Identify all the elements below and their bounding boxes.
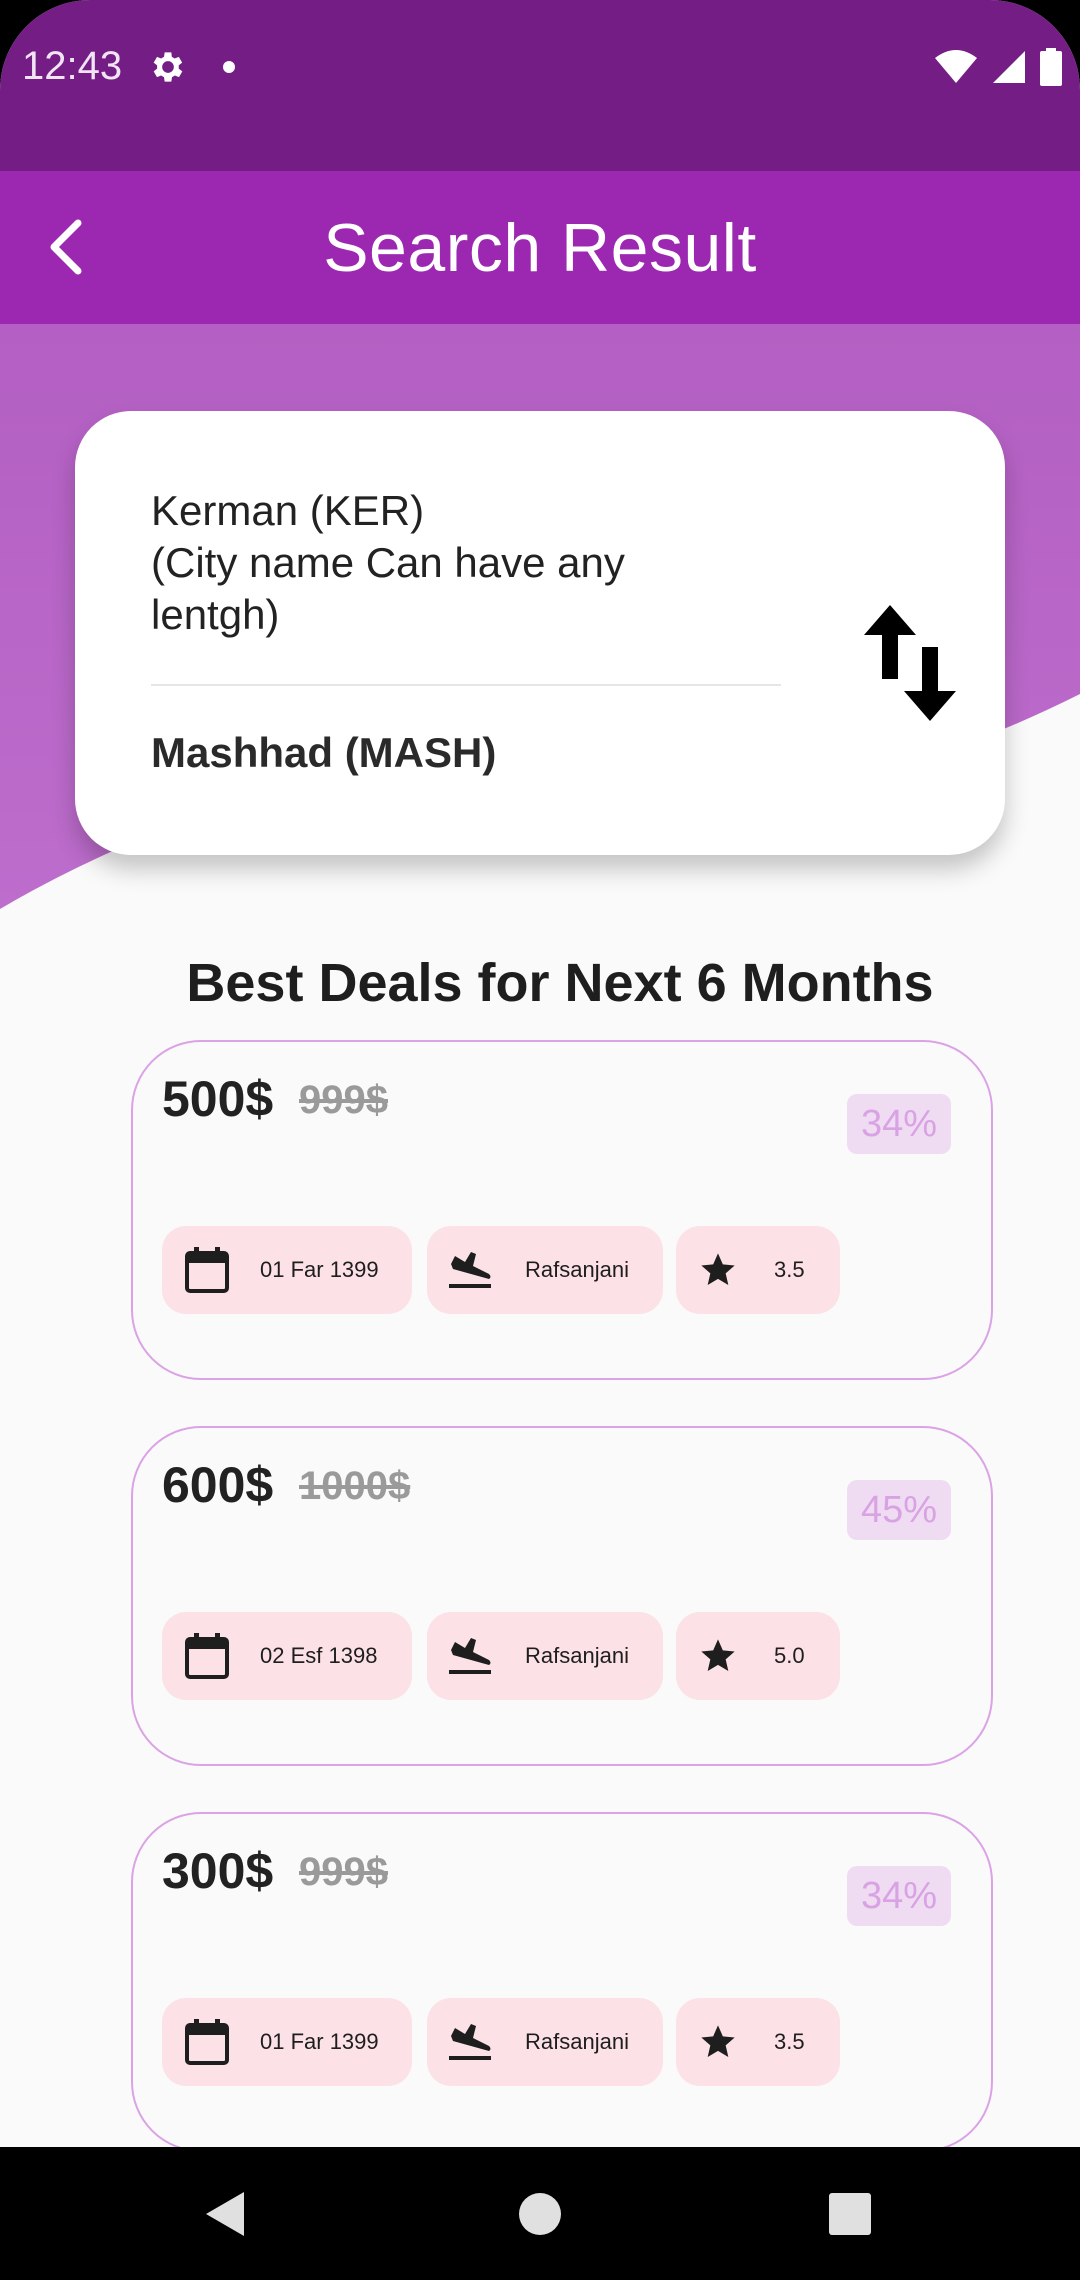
deal-date: 02 Esf 1398 (260, 1643, 378, 1668)
notification-dot-icon (223, 61, 235, 73)
rating-chip: 5.0 (676, 1612, 840, 1700)
destination-city[interactable]: Mashhad (MASH) (151, 729, 496, 777)
deal-airport: Rafsanjani (525, 2029, 629, 2054)
chevron-left-icon (50, 219, 82, 275)
battery-icon (1040, 48, 1062, 86)
discount-badge: 45% (846, 1480, 951, 1540)
deal-rating: 3.5 (774, 2029, 805, 2054)
app-bar: Search Result (0, 171, 1080, 324)
star-icon (701, 1639, 735, 1671)
flight-land-icon (449, 1252, 491, 1288)
wifi-icon (935, 50, 977, 83)
star-icon (701, 2025, 735, 2057)
airport-chip: Rafsanjani (427, 1998, 663, 2086)
back-button[interactable] (28, 209, 104, 285)
deal-rating: 3.5 (774, 1257, 805, 1282)
deal-old-price: 999$ (299, 1850, 388, 1894)
signal-icon (993, 51, 1025, 83)
status-icons (934, 48, 1062, 86)
route-card: Kerman (KER) (City name Can have any len… (75, 411, 1005, 855)
status-time: 12:43 (22, 44, 123, 88)
deal-date: 01 Far 1399 (260, 2029, 379, 2054)
deal-price: 300$ (162, 1843, 274, 1899)
calendar-icon (185, 1247, 229, 1293)
deal-price: 600$ (162, 1457, 274, 1513)
date-chip: 01 Far 1399 (162, 1998, 412, 2086)
deal-old-price: 999$ (299, 1078, 388, 1122)
deal-rating: 5.0 (774, 1643, 805, 1668)
status-bar: 12:43 (0, 0, 1080, 171)
navigation-bar (0, 2147, 1080, 2280)
nav-back-button[interactable] (180, 2147, 270, 2280)
origin-city[interactable]: Kerman (KER) (City name Can have any len… (151, 485, 691, 641)
calendar-icon (185, 1633, 229, 1679)
deal-date: 01 Far 1399 (260, 1257, 379, 1282)
discount-badge: 34% (846, 1866, 951, 1926)
airport-chip: Rafsanjani (427, 1226, 663, 1314)
home-circle-icon (519, 2192, 561, 2235)
route-divider (151, 684, 781, 686)
airport-chip: Rafsanjani (427, 1612, 663, 1700)
deal-card[interactable]: 500$ 999$ 34% 01 Far 1399 Rafsanjani 3.5 (131, 1040, 993, 1380)
deal-airport: Rafsanjani (525, 1643, 629, 1668)
nav-home-button[interactable] (495, 2147, 585, 2280)
rating-chip: 3.5 (676, 1226, 840, 1314)
screen: 12:43 Search Result Kerman (KER) (City n… (0, 0, 1080, 2280)
gear-icon (153, 52, 183, 82)
star-icon (701, 1253, 735, 1285)
rating-chip: 3.5 (676, 1998, 840, 2086)
deal-old-price: 1000$ (299, 1464, 411, 1508)
date-chip: 01 Far 1399 (162, 1226, 412, 1314)
page-title: Search Result (323, 209, 757, 286)
deal-airport: Rafsanjani (525, 1257, 629, 1282)
recents-square-icon (829, 2192, 871, 2235)
deal-card[interactable]: 600$ 1000$ 45% 02 Esf 1398 Rafsanjani 5.… (131, 1426, 993, 1766)
section-title: Best Deals for Next 6 Months (186, 953, 934, 1013)
deal-card[interactable]: 300$ 999$ 34% 01 Far 1399 Rafsanjani 3.5 (131, 1812, 993, 2152)
calendar-icon (185, 2019, 229, 2065)
back-triangle-icon (206, 2191, 244, 2236)
date-chip: 02 Esf 1398 (162, 1612, 412, 1700)
flight-land-icon (449, 2024, 491, 2060)
discount-badge: 34% (846, 1094, 951, 1154)
swap-button[interactable] (860, 601, 960, 725)
deal-price: 500$ (162, 1071, 274, 1127)
nav-recents-button[interactable] (805, 2147, 895, 2280)
flight-land-icon (449, 1638, 491, 1674)
swap-vertical-icon (864, 605, 956, 721)
